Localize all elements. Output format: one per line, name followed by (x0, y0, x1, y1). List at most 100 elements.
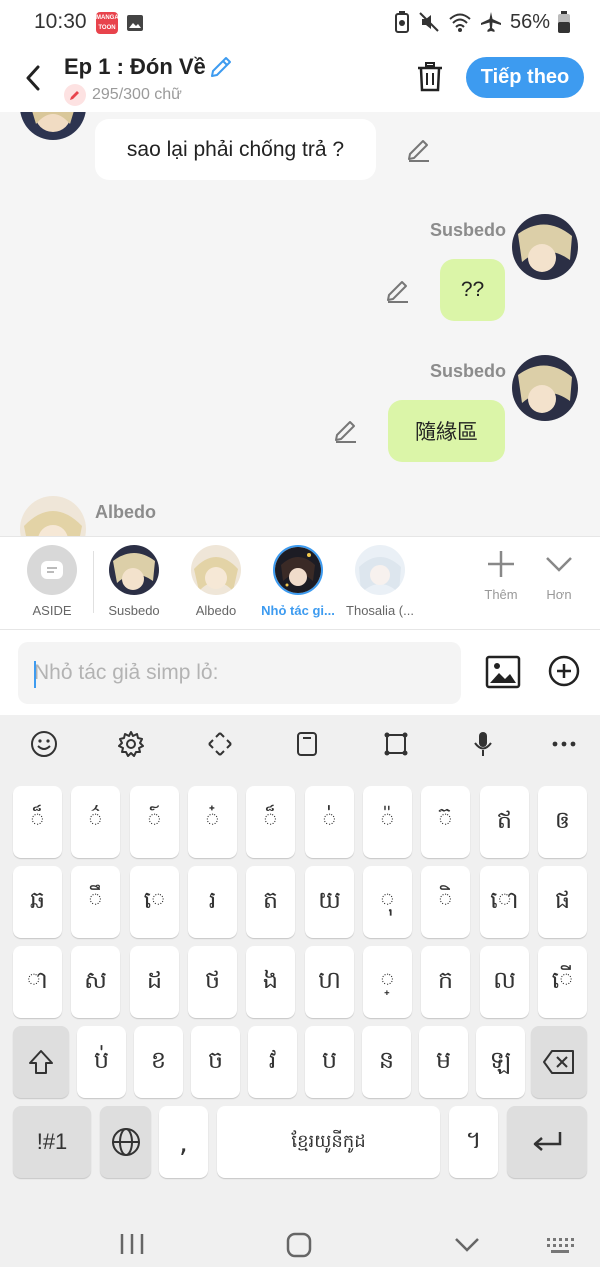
key[interactable]: ផ (538, 866, 587, 938)
key[interactable]: ដ (130, 946, 179, 1018)
key[interactable]: ៌ (71, 786, 120, 858)
key[interactable]: ថ (188, 946, 237, 1018)
key[interactable]: ច (191, 1026, 240, 1098)
speaker-name: Albedo (95, 502, 156, 522)
status-bar: 10:30 MANGA TOON 56% (0, 0, 600, 44)
key[interactable]: ៏ (246, 786, 295, 858)
character-nho-tac-gia[interactable]: Nhỏ tác gi... (253, 545, 343, 618)
chevron-down-icon[interactable] (454, 1236, 480, 1254)
comma-key[interactable]: , (159, 1106, 208, 1178)
edit-title-icon[interactable] (208, 54, 234, 85)
word-count-row: 295/300 chữ (64, 84, 182, 106)
chevron-down-icon (546, 557, 572, 572)
message-bubble[interactable]: 隨緣區 (388, 400, 505, 462)
keyboard-switch-icon[interactable] (546, 1237, 574, 1255)
next-button[interactable]: Tiếp theo (466, 57, 584, 98)
episode-title[interactable]: Ep 1 : Đón Về (64, 54, 206, 80)
character-aside[interactable]: ASIDE (7, 545, 97, 618)
key[interactable]: ឡ (476, 1026, 525, 1098)
key[interactable]: ា (13, 946, 62, 1018)
airplane-icon (480, 12, 501, 32)
wifi-icon (449, 13, 471, 32)
key[interactable]: ត (246, 866, 295, 938)
more-options-icon[interactable] (549, 729, 579, 759)
key[interactable]: ុ (363, 866, 412, 938)
key[interactable]: ្ (363, 946, 412, 1018)
character-selector: ASIDE Susbedo Albedo Nhỏ tác gi... Thosa… (0, 536, 600, 630)
back-button[interactable] (18, 60, 48, 96)
message-bubble[interactable]: sao lại phải chống trả ? (95, 119, 376, 180)
key-label: ឥ (496, 805, 513, 834)
screenshot-icon[interactable] (381, 729, 411, 759)
key-label: ខ (150, 1045, 167, 1074)
edit-message-icon[interactable] (385, 278, 411, 304)
cursor-move-icon[interactable] (205, 729, 235, 759)
key[interactable]: ៍ (130, 786, 179, 858)
key[interactable]: ឲ (538, 786, 587, 858)
status-time: 10:30 (34, 10, 87, 33)
message-bubble[interactable]: ?? (440, 259, 505, 321)
symbols-key[interactable]: !#1 (13, 1106, 91, 1178)
key[interactable]: ើ (538, 946, 587, 1018)
microphone-icon[interactable] (468, 729, 498, 759)
add-circle-icon[interactable] (548, 655, 580, 687)
key[interactable]: ៉ (363, 786, 412, 858)
key[interactable]: ស (71, 946, 120, 1018)
key-label: ង (262, 965, 279, 994)
enter-key[interactable] (507, 1106, 587, 1178)
key[interactable]: ន (362, 1026, 411, 1098)
key[interactable]: ខ (134, 1026, 183, 1098)
key[interactable]: ឥ (480, 786, 529, 858)
avatar[interactable] (20, 496, 86, 536)
key[interactable]: ឆ (13, 866, 62, 938)
more-characters-button[interactable]: Hơn (529, 549, 589, 602)
key[interactable]: េ (130, 866, 179, 938)
battery-percent: 56% (509, 10, 550, 33)
key[interactable]: ហ (305, 946, 354, 1018)
add-label: Thêm (484, 587, 518, 602)
key[interactable]: ឹ (71, 866, 120, 938)
emoji-icon[interactable] (29, 729, 59, 759)
key[interactable]: ៎ (188, 786, 237, 858)
recent-apps-icon[interactable] (119, 1232, 145, 1256)
key[interactable]: ិ (421, 866, 470, 938)
key[interactable]: ប (305, 1026, 354, 1098)
key[interactable]: ក (421, 946, 470, 1018)
chat-area[interactable]: sao lại phải chống trả ? Susbedo ?? Susb… (0, 112, 600, 536)
key-label: ុ (380, 885, 395, 914)
character-thosalia[interactable]: Thosalia (... (335, 545, 425, 618)
language-key[interactable] (100, 1106, 151, 1178)
clipboard-icon[interactable] (292, 729, 322, 759)
add-character-button[interactable]: Thêm (471, 549, 531, 602)
space-key[interactable]: ខ្មែរយូនីកូដ (217, 1106, 440, 1178)
message-input[interactable] (18, 642, 461, 704)
period-key[interactable]: ។ (449, 1106, 498, 1178)
status-right: 56% (394, 10, 570, 34)
shift-key[interactable] (13, 1026, 69, 1098)
key[interactable]: វ (248, 1026, 297, 1098)
edit-message-icon[interactable] (333, 418, 359, 444)
avatar[interactable] (20, 112, 86, 140)
key[interactable]: ម (419, 1026, 468, 1098)
key[interactable]: ប់ (77, 1026, 126, 1098)
character-susbedo[interactable]: Susbedo (89, 545, 179, 618)
key[interactable]: ល (480, 946, 529, 1018)
gear-icon[interactable] (116, 729, 146, 759)
key[interactable]: ៊ (421, 786, 470, 858)
key-label: ត (262, 885, 279, 914)
avatar[interactable] (512, 355, 578, 421)
key[interactable]: យ (305, 866, 354, 938)
message-text: 隨緣區 (415, 420, 478, 444)
edit-message-icon[interactable] (406, 137, 432, 163)
key[interactable]: ង (246, 946, 295, 1018)
key[interactable]: ោ (480, 866, 529, 938)
key[interactable]: រ (188, 866, 237, 938)
delete-button[interactable] (414, 60, 446, 94)
backspace-key[interactable] (531, 1026, 587, 1098)
avatar[interactable] (512, 214, 578, 280)
character-albedo[interactable]: Albedo (171, 545, 261, 618)
home-icon[interactable] (285, 1231, 313, 1259)
key[interactable]: ៏ (13, 786, 62, 858)
insert-image-icon[interactable] (485, 654, 521, 690)
key[interactable]: ់ (305, 786, 354, 858)
